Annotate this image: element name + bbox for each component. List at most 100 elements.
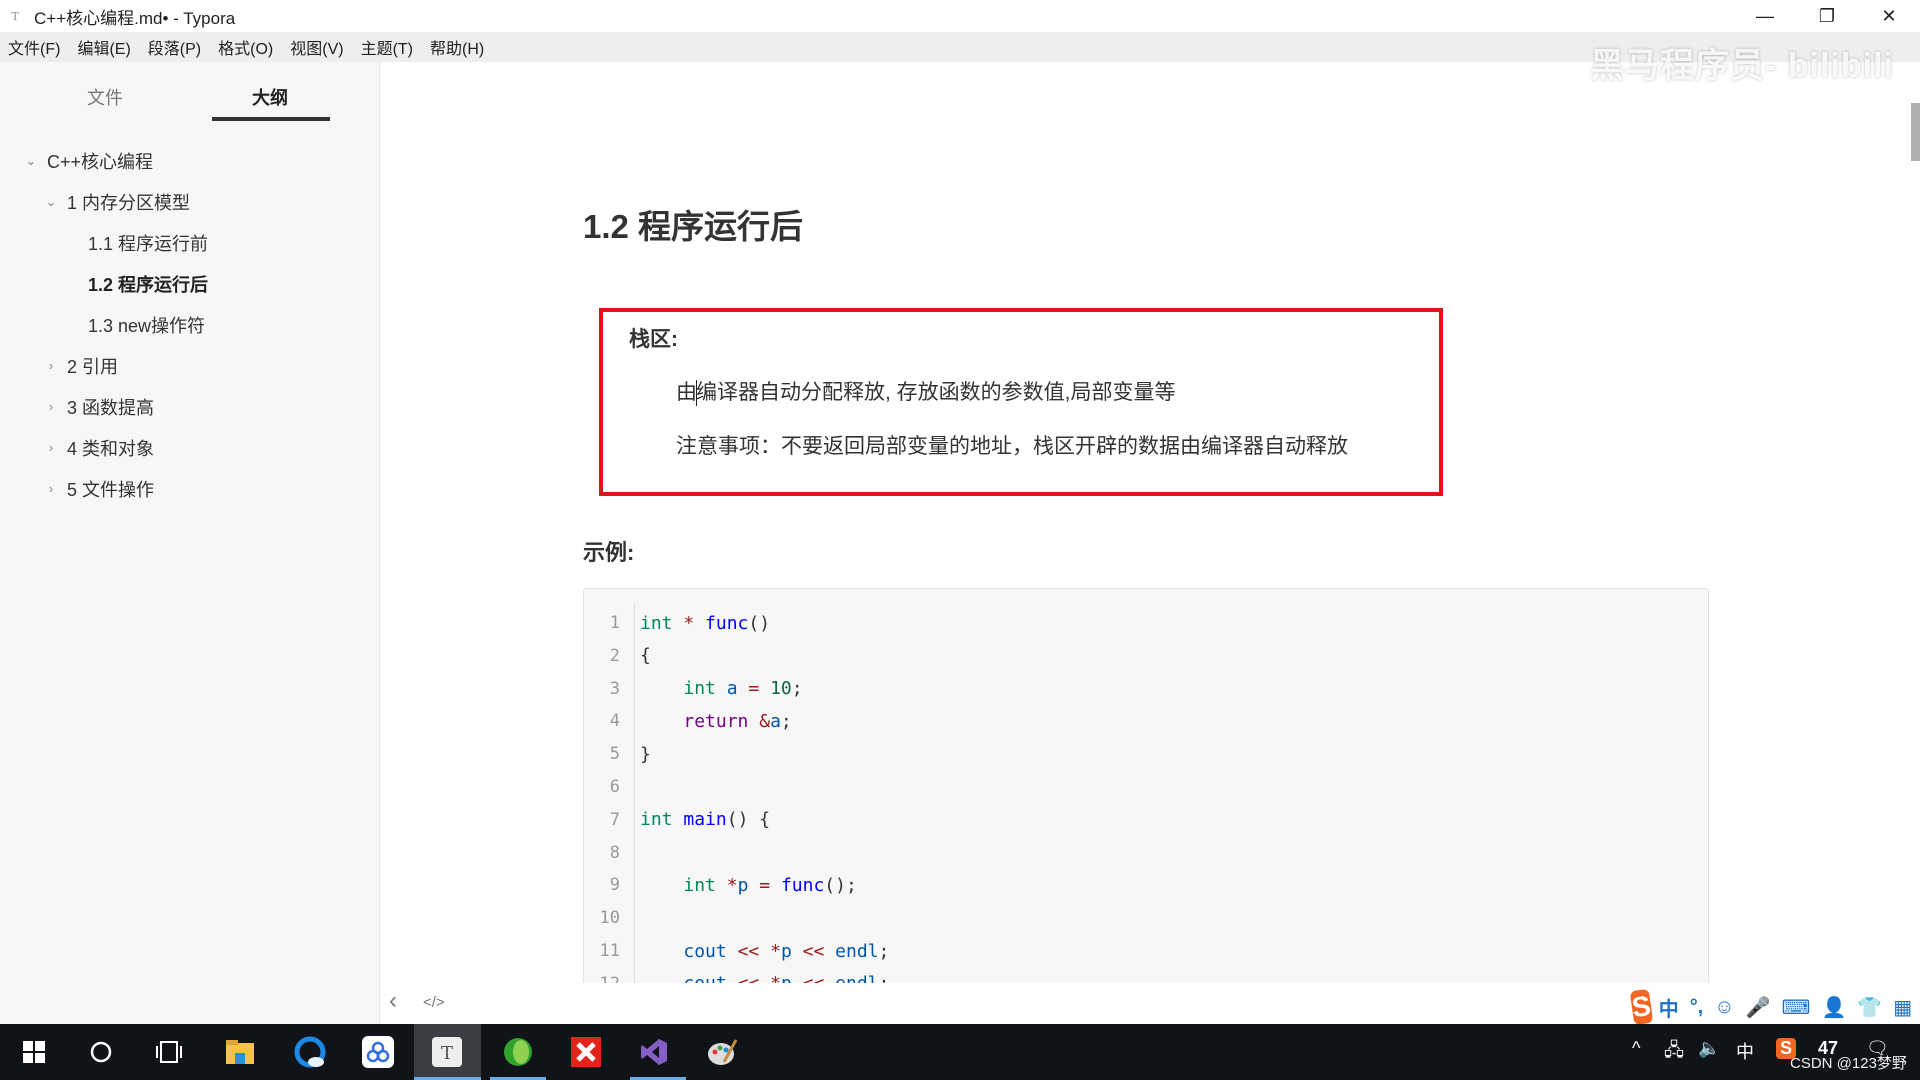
text-first-char: 由 (676, 381, 697, 404)
paint-icon[interactable] (702, 1032, 742, 1072)
tray-overflow-icon[interactable]: ^ (1632, 1038, 1640, 1059)
code-line[interactable]: 5} (584, 739, 1708, 769)
outline-item[interactable]: ⌄ 1 内存分区模型 (0, 181, 380, 222)
typora-app-icon: T (11, 9, 19, 23)
code-line[interactable]: 2{ (584, 641, 1708, 671)
stack-note: 注意事项：不要返回局部变量的地址，栈区开辟的数据由编译器自动释放 (676, 435, 1348, 458)
ime-voice-icon[interactable]: 🎤 (1746, 995, 1771, 1020)
code-text: int a = 10; (683, 678, 803, 700)
ime-toolbox-icon[interactable]: ▦ (1893, 995, 1912, 1020)
outline-item[interactable]: 1.1 程序运行前 (0, 222, 380, 263)
line-number: 6 (609, 777, 620, 797)
input-language-indicator[interactable]: 中 (1736, 1038, 1754, 1064)
menu-help[interactable]: 帮助(H) (430, 35, 484, 59)
code-line[interactable]: 10 (584, 903, 1708, 933)
code-text: int * func() (640, 612, 771, 634)
code-block[interactable]: 1 int * func() 2{3 int a = 10; 4 return &a;… (583, 588, 1709, 983)
tab-outline[interactable]: 大纲 (252, 84, 288, 110)
stack-title: 栈区: (629, 328, 678, 351)
menu-edit[interactable]: 编辑(E) (77, 35, 130, 59)
code-line[interactable]: 3 int a = 10; (584, 674, 1708, 704)
menu-format[interactable]: 格式(O) (218, 35, 273, 59)
line-number: 3 (609, 678, 620, 699)
ime-toolbar: S 中 °, ☺ 🎤 ⌨ 👤 👕 ▦ (1629, 988, 1920, 1026)
title-bar: T C++核心编程.md• - Typora — ❐ ✕ (0, 0, 1920, 32)
outline-list: ⌄ C++核心编程 ⌄ 1 内存分区模型 1.1 程序运行前 1.2 程序运行后 1.3 n… (0, 140, 380, 509)
ime-chinese-mode-icon[interactable]: 中 (1659, 993, 1679, 1022)
outline-item[interactable]: › 2 引用 (0, 345, 380, 386)
code-line[interactable]: 11 cout << *p << endl; (584, 936, 1708, 966)
search-icon[interactable] (81, 1032, 121, 1072)
outline-item-label: 1.2 程序运行后 (88, 274, 209, 295)
xmind-icon[interactable] (566, 1032, 606, 1072)
taskbar: T ^ 🖧 🔈 中 S 47 🗨 (0, 1024, 1920, 1080)
source-code-mode-icon[interactable]: </> (423, 994, 445, 1011)
sogou-logo-icon[interactable]: S (1629, 988, 1653, 1026)
line-number: 11 (599, 941, 620, 961)
outline-item-label: 4 类和对象 (67, 438, 155, 459)
line-number: 1 (609, 613, 620, 633)
outline-item[interactable]: › 4 类和对象 (0, 427, 380, 468)
watermark: 黑马程序员- bilibili (1590, 47, 1894, 85)
volume-icon[interactable]: 🔈 (1698, 1038, 1720, 1059)
active-tab-indicator (212, 117, 330, 121)
example-title: 示例: (583, 540, 635, 565)
code-line[interactable]: 4 return &a; (584, 706, 1708, 736)
tab-files[interactable]: 文件 (87, 84, 123, 110)
code-line[interactable]: 8 (584, 838, 1708, 868)
chevron-right-icon[interactable]: › (41, 440, 61, 455)
task-view-icon[interactable] (149, 1032, 189, 1072)
outline-item[interactable]: ⌄ C++核心编程 (0, 140, 380, 181)
window-title: C++核心编程.md• - Typora (34, 8, 236, 28)
svg-text:T: T (441, 1043, 453, 1064)
chevron-right-icon[interactable]: › (41, 399, 61, 414)
ime-emoji-icon[interactable]: ☺ (1714, 996, 1734, 1019)
restore-button[interactable]: ❐ (1796, 0, 1858, 32)
chevron-right-icon[interactable]: › (41, 358, 61, 373)
sidebar: 文件 大纲 ⌄ C++核心编程 ⌄ 1 内存分区模型 1.1 程序运行前 1.2 程序运行… (0, 62, 380, 1024)
code-line[interactable]: 6 (584, 772, 1708, 802)
file-explorer-icon[interactable] (220, 1032, 260, 1072)
code-text: { (640, 645, 651, 667)
code-line[interactable]: 7 int main() { (584, 805, 1708, 835)
visual-studio-icon[interactable] (634, 1032, 674, 1072)
code-line[interactable]: 9 int *p = func(); (584, 870, 1708, 900)
menu-view[interactable]: 视图(V) (290, 35, 343, 59)
ime-punctuation-icon[interactable]: °, (1690, 996, 1704, 1019)
outline-item-label: 3 函数提高 (67, 397, 155, 418)
text-rest: 编译器自动分配释放, 存放函数的参数值,局部变量等 (696, 381, 1176, 404)
browser-icon[interactable] (290, 1032, 330, 1072)
toggle-sidebar-icon[interactable]: ‹ (389, 987, 397, 1015)
chevron-down-icon[interactable]: ⌄ (21, 153, 41, 169)
close-button[interactable]: ✕ (1858, 0, 1920, 32)
code-text: cout << *p << endl; (683, 940, 890, 962)
menu-theme[interactable]: 主题(T) (361, 35, 413, 59)
menu-paragraph[interactable]: 段落(P) (148, 35, 201, 59)
green-app-icon[interactable] (498, 1032, 538, 1072)
ime-account-icon[interactable]: 👤 (1821, 995, 1846, 1020)
code-line[interactable]: 12 cout << *p << endl; (584, 969, 1708, 983)
code-text: cout << *p << endl; (640, 973, 889, 983)
code-line[interactable]: 1 int * func() (584, 608, 1708, 638)
outline-item[interactable]: 1.2 程序运行后 (0, 263, 380, 304)
line-number: 7 (609, 809, 620, 830)
chevron-right-icon[interactable]: › (41, 481, 61, 496)
outline-item-label: C++核心编程 (47, 151, 154, 172)
ime-keyboard-icon[interactable]: ⌨ (1782, 995, 1811, 1020)
line-number: 9 (609, 875, 620, 896)
windows-start-icon[interactable] (14, 1032, 54, 1072)
menu-file[interactable]: 文件(F) (8, 35, 60, 59)
network-icon[interactable]: 🖧 (1664, 1038, 1684, 1068)
baidu-netdisk-icon[interactable] (358, 1032, 398, 1072)
code-text: } (640, 743, 651, 765)
typora-taskbar-icon[interactable]: T (427, 1032, 467, 1072)
outline-item[interactable]: › 3 函数提高 (0, 386, 380, 427)
minimize-button[interactable]: — (1734, 0, 1796, 32)
chevron-down-icon[interactable]: ⌄ (41, 194, 61, 210)
outline-item[interactable]: 1.3 new操作符 (0, 304, 380, 345)
outline-item[interactable]: › 5 文件操作 (0, 468, 380, 509)
scrollbar-thumb[interactable] (1911, 103, 1920, 161)
outline-item-label: 1.1 程序运行前 (88, 233, 209, 254)
ime-skin-icon[interactable]: 👕 (1857, 995, 1882, 1020)
section-heading: 1.2 程序运行后 (583, 208, 804, 245)
